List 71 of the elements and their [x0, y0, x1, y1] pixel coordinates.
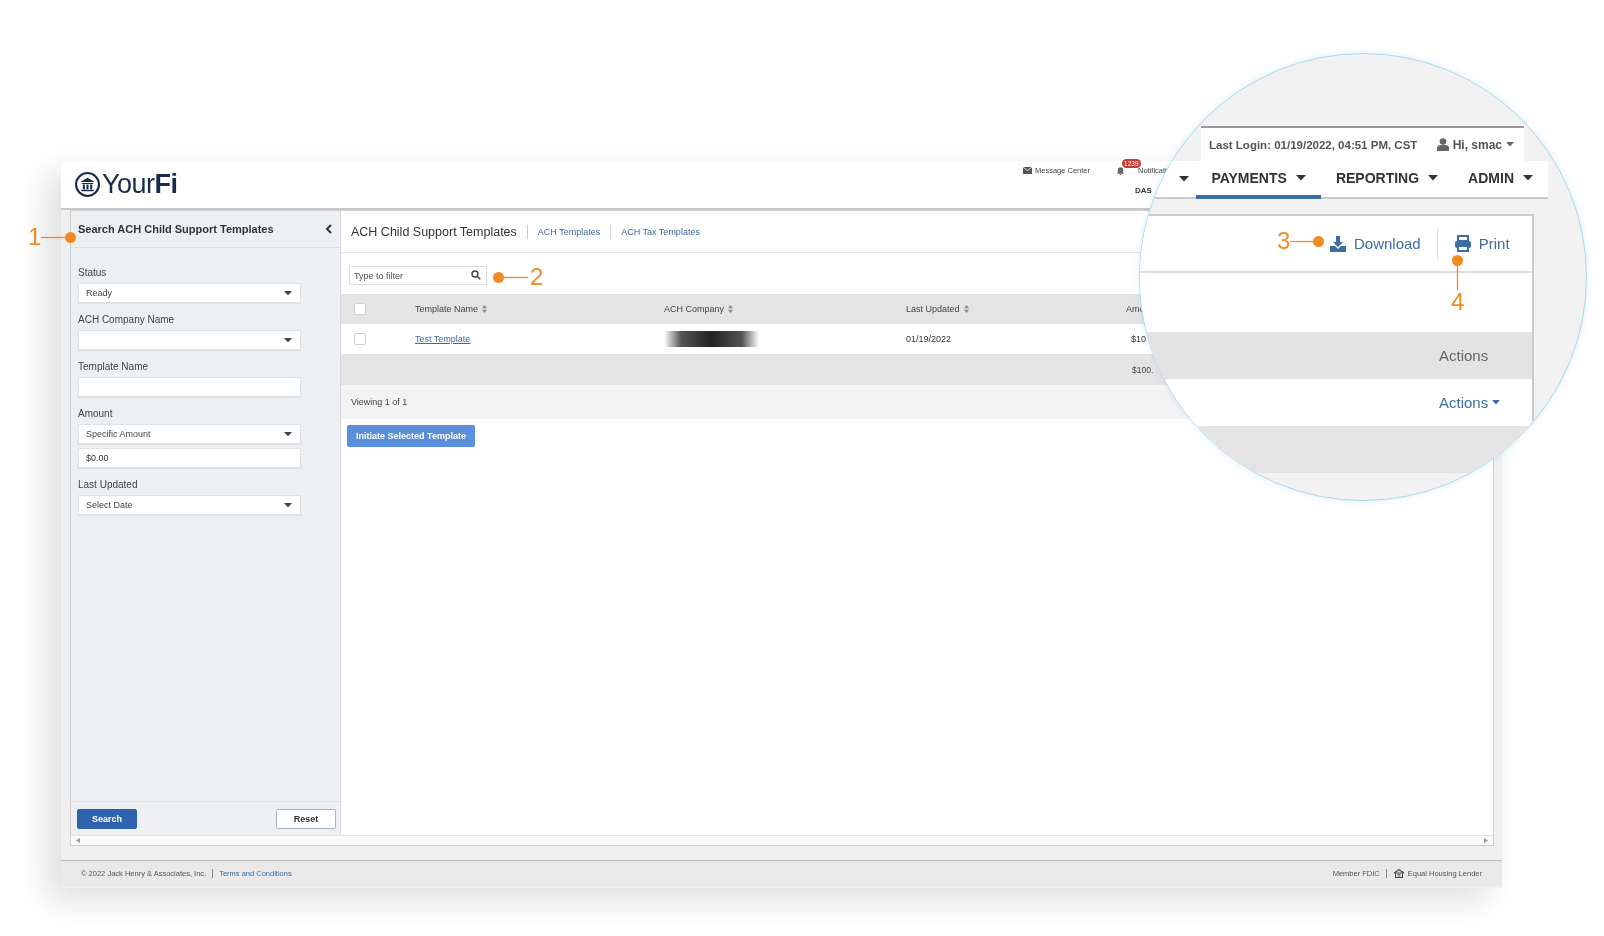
search-button[interactable]: Search: [77, 808, 137, 829]
dropdown[interactable]: Select Date: [78, 495, 301, 515]
field-label: Template Name: [78, 361, 150, 373]
collapse-chevron-icon[interactable]: [325, 224, 332, 234]
total-amount: $100.: [1132, 364, 1154, 375]
logo-wordmark: YourFi: [102, 169, 178, 200]
field-label: Status: [78, 267, 108, 279]
table-cell: $10: [1131, 334, 1147, 344]
column-header[interactable]: Template Name: [415, 304, 488, 314]
table-cell: 01/19/2022: [906, 334, 952, 344]
checkbox[interactable]: [354, 303, 366, 315]
nav-item[interactable]: DAS: [1135, 186, 1152, 195]
callout-leader: [1290, 235, 1325, 247]
last-login-text: Last Login: 01/19/2022, 04:51 PM, CST: [1209, 138, 1418, 151]
reset-button[interactable]: Reset: [276, 808, 336, 829]
user-menu[interactable]: Hi, smac: [1436, 137, 1514, 152]
caret-icon: [284, 337, 292, 343]
callout-number: 1: [28, 225, 42, 249]
sort-icon: [728, 305, 734, 313]
checkbox[interactable]: [354, 333, 366, 345]
caret-icon: [1492, 400, 1501, 405]
bell-icon: [1116, 166, 1126, 175]
nav-tab[interactable]: REPORTING: [1320, 161, 1454, 199]
nav-link[interactable]: ACH Tax Templates: [621, 226, 700, 237]
dropdown[interactable]: Ready: [78, 283, 301, 303]
callout-number: 3: [1277, 229, 1291, 253]
caret-icon: [1295, 175, 1306, 181]
sort-icon: [963, 305, 969, 313]
printer-icon: [1453, 235, 1472, 252]
field-label: ACH Company Name: [78, 314, 176, 326]
field-label: Amount: [78, 408, 114, 420]
callout-leader: [1452, 255, 1464, 290]
house-icon: [1392, 869, 1405, 878]
column-header: Actions: [1439, 347, 1489, 364]
page-title: ACH Child Support Templates: [351, 224, 517, 239]
caret-icon: [1506, 142, 1514, 147]
caret-icon: [1523, 175, 1533, 181]
text-field[interactable]: [78, 377, 301, 397]
panel-title: Search ACH Child Support Templates: [78, 223, 274, 235]
scroll-arrow-icon[interactable]: [76, 838, 80, 843]
dropdown[interactable]: [78, 330, 301, 350]
envelope-icon: [1023, 167, 1032, 174]
print-button[interactable]: Print: [1453, 235, 1510, 252]
template-link[interactable]: Test Template: [415, 334, 471, 344]
callout-leader: [493, 271, 530, 283]
column-header[interactable]: Last Updated: [906, 304, 969, 314]
caret-icon: [284, 502, 292, 508]
download-button[interactable]: Download: [1329, 234, 1421, 253]
caret-icon: [284, 431, 292, 437]
filter-field[interactable]: Type to filter: [349, 266, 487, 285]
callout-number: 4: [1451, 290, 1465, 314]
callout-number: 2: [530, 265, 544, 289]
user-icon: [1436, 138, 1449, 151]
bank-logo-icon: [75, 172, 100, 197]
scroll-arrow-icon[interactable]: [1484, 838, 1488, 843]
column-header[interactable]: ACH Company: [664, 304, 734, 314]
callout-leader: [41, 231, 77, 243]
caret-icon: [1179, 176, 1189, 182]
caret-icon: [284, 290, 292, 296]
download-icon: [1329, 234, 1347, 253]
nav-link[interactable]: ACH Templates: [537, 226, 601, 237]
caret-icon: [1428, 175, 1439, 181]
dropdown[interactable]: Specific Amount: [78, 424, 301, 444]
sort-icon: [482, 305, 488, 313]
search-icon: [471, 270, 481, 280]
field-label: Last Updated: [78, 479, 139, 491]
text-field[interactable]: $0.00: [78, 448, 301, 468]
nav-tab[interactable]: PAYMENTS: [1196, 161, 1321, 199]
nav-tab[interactable]: ADMIN: [1453, 161, 1548, 199]
pagination-text: Viewing 1 of 1: [351, 397, 408, 407]
actions-menu[interactable]: Actions: [1439, 394, 1501, 411]
